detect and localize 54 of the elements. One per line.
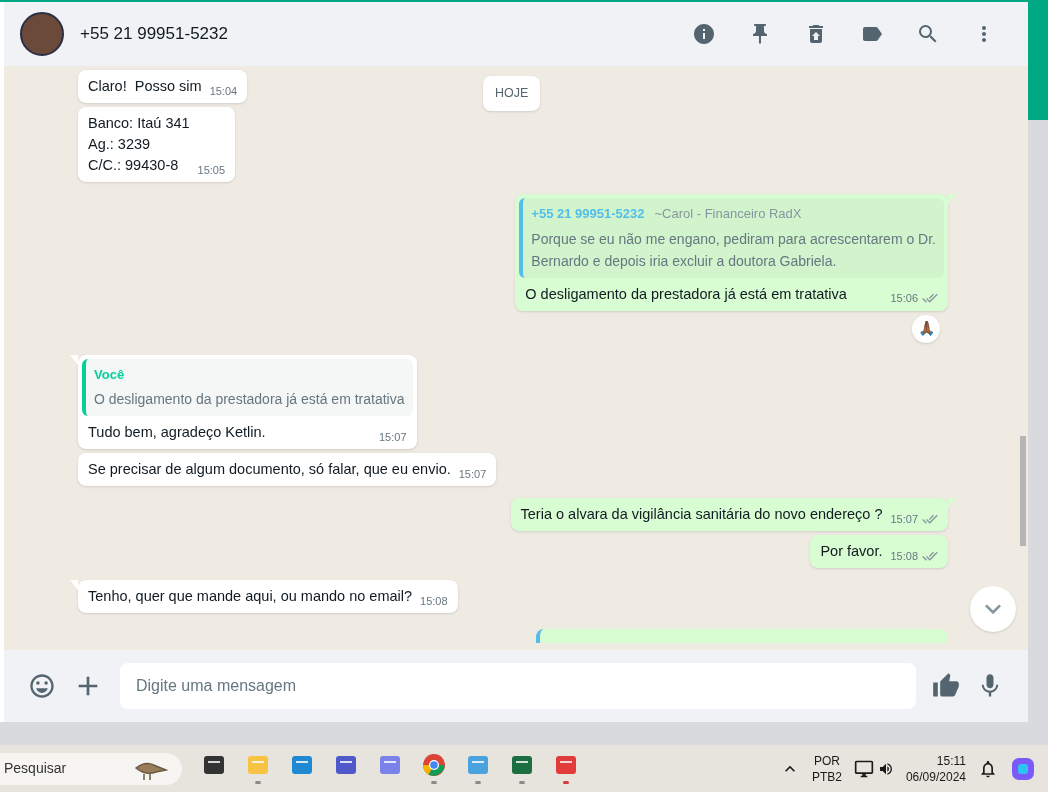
- app-icon: [202, 753, 226, 777]
- message-text: Tenho, quer que mande aqui, ou mando no email?: [88, 587, 413, 606]
- contact-name[interactable]: +55 21 99951-5232: [80, 21, 228, 47]
- message-time: 15:08: [420, 593, 448, 609]
- quote-text: O desligamento da prestadora já está em tratativa: [94, 390, 405, 409]
- message-time: 15:07: [379, 429, 407, 445]
- search-placeholder: Pesquisar: [4, 759, 67, 778]
- message-time: 15:05: [197, 162, 226, 178]
- avatar[interactable]: [20, 12, 64, 56]
- message-input[interactable]: Digite uma mensagem: [120, 663, 916, 709]
- language-indicator[interactable]: POR: [813, 752, 840, 769]
- volume-icon[interactable]: [877, 760, 894, 777]
- message-text: Tudo bem, agradeço Ketlin.: [88, 423, 266, 442]
- browser-icon: [422, 753, 446, 777]
- message-text: Ag.: 3239: [88, 135, 152, 154]
- bell-icon[interactable]: [978, 758, 998, 779]
- app-icon: [554, 753, 578, 777]
- network-icon[interactable]: [853, 758, 874, 779]
- message-text: C/C.: 99430-8: [88, 156, 180, 175]
- info-icon[interactable]: [692, 22, 716, 46]
- message-time: 15:08: [890, 548, 918, 564]
- emoji-icon[interactable]: [28, 672, 56, 700]
- message-time: 15:06: [890, 291, 918, 306]
- taskbar-search-field[interactable]: Pesquisar: [0, 752, 182, 785]
- date-chip: HOJE: [483, 76, 541, 111]
- app-icon: [510, 753, 534, 777]
- message-text: Claro! Posso sim: [88, 77, 202, 96]
- app-icon: [246, 753, 270, 777]
- quoted-message[interactable]: +55 21 99951-5232 ~Carol - Financeiro RadX Porque se eu não me engano, pediram para acrescentarem o Dr. Bernardo e depois iria excluir a doutora Gabriela.: [519, 198, 944, 278]
- app-icon: [290, 753, 314, 777]
- message-text: Por favor.: [820, 542, 883, 561]
- quote-text: Porque se eu não me engano, pediram para acrescentarem o Dr.: [531, 229, 936, 249]
- app-icon: [334, 753, 358, 777]
- message-text: Banco: Itaú 341: [88, 114, 190, 133]
- reaction-emoji[interactable]: 🙏🏾: [912, 314, 940, 343]
- quoted-message[interactable]: Você O desligamento da prestadora já está em tratativa: [82, 358, 413, 416]
- app-icon: [378, 753, 402, 777]
- quote-author: Você: [94, 365, 125, 384]
- message-time: 15:04: [209, 83, 238, 99]
- message-time: 15:07: [890, 511, 918, 527]
- scrollbar[interactable]: [1020, 436, 1026, 546]
- message-time: 15:07: [458, 466, 487, 482]
- clock-date[interactable]: 06/09/2024: [905, 768, 966, 785]
- app-icon: [466, 753, 490, 777]
- message-text: O desligamento da prestadora já está em tratativa: [525, 284, 847, 304]
- thumbs-up-icon[interactable]: [932, 672, 960, 700]
- copilot-icon[interactable]: [1010, 755, 1036, 782]
- quote-author: +55 21 99951-5232: [531, 205, 645, 223]
- keyboard-layout[interactable]: PTB2: [811, 768, 842, 785]
- message-text: Se precisar de algum documento, só falar, que eu envio.: [88, 460, 451, 479]
- quote-author-note: ~Carol - Financeiro RadX: [654, 205, 802, 223]
- quote-text: Bernardo e depois iria excluir a doutora Gabriela.: [531, 251, 838, 271]
- message-text: Teria o alvara da vigilância sanitária do novo endereço ?: [520, 505, 883, 524]
- clock-time[interactable]: 15:11: [936, 752, 966, 769]
